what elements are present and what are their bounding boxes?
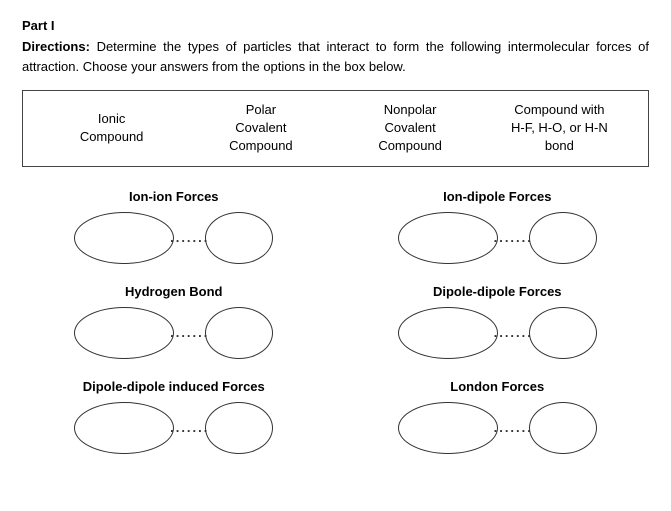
- dots-dipole-dipole: .......: [494, 325, 533, 340]
- oval-right-ion-dipole: [529, 212, 597, 264]
- oval-left-ion-dipole: [398, 212, 498, 264]
- oval-left-dipole-induced: [74, 402, 174, 454]
- option-compound-hbond: Compound withH-F, H-O, or H-Nbond: [485, 101, 634, 156]
- option-polar-covalent: PolarCovalentCompound: [186, 101, 335, 156]
- directions-body: Determine the types of particles that in…: [22, 39, 649, 74]
- options-box: IonicCompound PolarCovalentCompound Nonp…: [22, 90, 649, 167]
- ovals-row-ion-ion: .......: [74, 212, 273, 264]
- directions-text: Directions: Determine the types of parti…: [22, 37, 649, 76]
- ovals-row-hydrogen: .......: [74, 307, 273, 359]
- dots-hydrogen: .......: [170, 325, 209, 340]
- dots-dipole-induced: .......: [170, 420, 209, 435]
- force-title-ion-ion: Ion-ion Forces: [129, 189, 219, 204]
- dots-london: .......: [494, 420, 533, 435]
- ovals-row-ion-dipole: .......: [398, 212, 597, 264]
- force-title-dipole-dipole: Dipole-dipole Forces: [433, 284, 562, 299]
- force-title-ion-dipole: Ion-dipole Forces: [443, 189, 551, 204]
- ovals-row-london: .......: [398, 402, 597, 454]
- force-section-hydrogen: Hydrogen Bond .......: [22, 284, 326, 359]
- directions-bold: Directions:: [22, 39, 90, 54]
- oval-right-hydrogen: [205, 307, 273, 359]
- force-section-dipole-dipole: Dipole-dipole Forces .......: [346, 284, 650, 359]
- forces-grid: Ion-ion Forces ....... Ion-dipole Forces…: [22, 189, 649, 464]
- force-title-london: London Forces: [450, 379, 544, 394]
- force-title-hydrogen: Hydrogen Bond: [125, 284, 223, 299]
- force-section-ion-dipole: Ion-dipole Forces .......: [346, 189, 650, 264]
- force-section-dipole-induced: Dipole-dipole induced Forces .......: [22, 379, 326, 454]
- dots-ion-ion: .......: [170, 230, 209, 245]
- force-section-ion-ion: Ion-ion Forces .......: [22, 189, 326, 264]
- force-title-dipole-induced: Dipole-dipole induced Forces: [83, 379, 265, 394]
- ovals-row-dipole-dipole: .......: [398, 307, 597, 359]
- dots-ion-dipole: .......: [494, 230, 533, 245]
- option-nonpolar-covalent: NonpolarCovalentCompound: [336, 101, 485, 156]
- ovals-row-dipole-induced: .......: [74, 402, 273, 454]
- oval-right-dipole-dipole: [529, 307, 597, 359]
- oval-right-ion-ion: [205, 212, 273, 264]
- oval-right-dipole-induced: [205, 402, 273, 454]
- oval-left-ion-ion: [74, 212, 174, 264]
- oval-left-london: [398, 402, 498, 454]
- oval-left-dipole-dipole: [398, 307, 498, 359]
- oval-right-london: [529, 402, 597, 454]
- part-label: Part I: [22, 18, 649, 33]
- option-ionic: IonicCompound: [37, 110, 186, 146]
- force-section-london: London Forces .......: [346, 379, 650, 454]
- oval-left-hydrogen: [74, 307, 174, 359]
